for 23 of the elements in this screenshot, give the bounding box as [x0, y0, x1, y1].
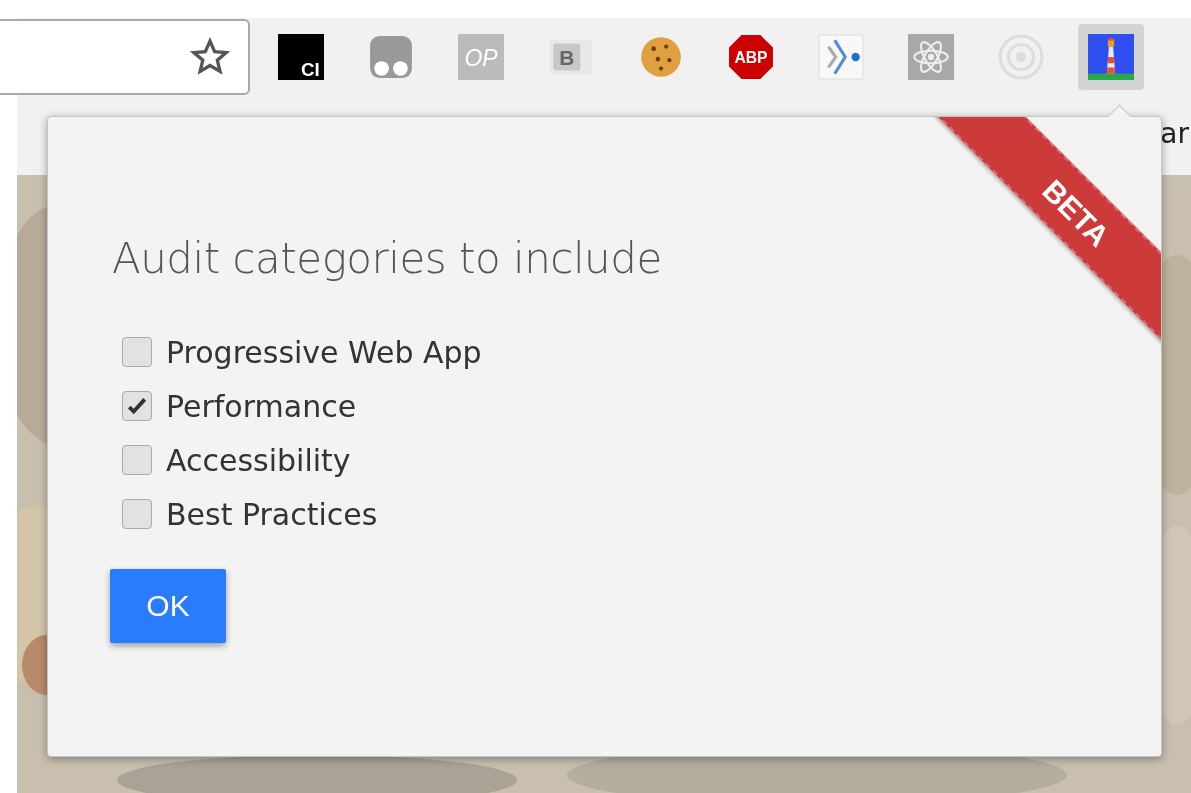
- extension-button[interactable]: CI: [268, 23, 334, 90]
- glasses-icon: [368, 33, 414, 80]
- lighthouse-icon: [1088, 33, 1134, 80]
- letters-logo-icon: CI: [278, 33, 324, 80]
- star-icon[interactable]: [190, 36, 230, 77]
- checkbox[interactable]: [122, 445, 152, 475]
- atom-icon: [908, 33, 954, 80]
- chevron-icon: [818, 33, 864, 80]
- checkbox-label[interactable]: Performance: [166, 388, 357, 424]
- checkbox-label[interactable]: Accessibility: [166, 442, 351, 478]
- stop-sign-icon: ABP: [728, 33, 774, 80]
- ok-button[interactable]: OK: [110, 569, 226, 643]
- popup-heading: Audit categories to include: [112, 235, 663, 283]
- checkbox[interactable]: [122, 499, 152, 529]
- checkbox[interactable]: [122, 337, 152, 367]
- extension-button[interactable]: [1078, 23, 1144, 90]
- extension-button[interactable]: ABP: [718, 23, 784, 90]
- bookmark-link[interactable]: ar: [1160, 95, 1189, 150]
- checkbox[interactable]: [122, 391, 152, 421]
- checkmark-icon: [126, 395, 148, 417]
- checkbox-label[interactable]: Progressive Web App: [166, 334, 482, 370]
- checkbox-label[interactable]: Best Practices: [166, 496, 378, 532]
- square-letters-icon: OP: [458, 33, 504, 80]
